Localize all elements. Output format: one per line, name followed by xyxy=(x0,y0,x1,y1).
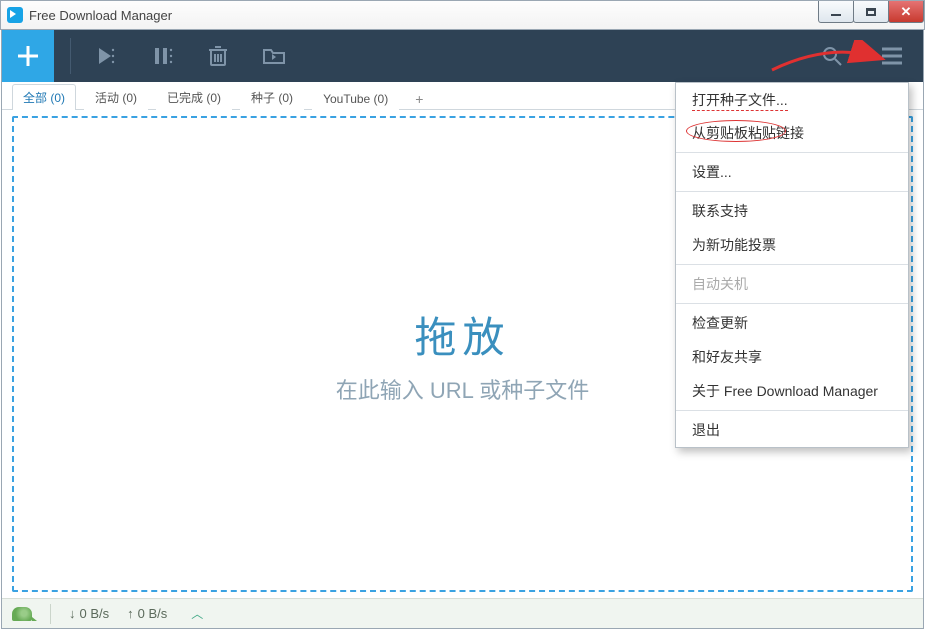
filter-tab-torrent[interactable]: 种子 (0) xyxy=(240,84,304,110)
menu-separator xyxy=(676,410,908,411)
open-folder-button[interactable] xyxy=(251,33,297,79)
play-icon xyxy=(95,45,117,67)
statusbar: 0 B/s 0 B/s ︿ xyxy=(2,598,923,628)
add-download-button[interactable] xyxy=(2,30,54,82)
hamburger-icon xyxy=(880,46,904,66)
start-button[interactable] xyxy=(83,33,129,79)
window-buttons: ✕ xyxy=(819,1,924,23)
status-divider xyxy=(50,604,51,624)
menu-contact-support[interactable]: 联系支持 xyxy=(676,194,908,228)
menu-share-friends[interactable]: 和好友共享 xyxy=(676,340,908,374)
pause-icon xyxy=(151,45,173,67)
menu-exit[interactable]: 退出 xyxy=(676,413,908,447)
menu-auto-shutdown[interactable]: 自动关机 xyxy=(676,267,908,301)
delete-button[interactable] xyxy=(195,33,241,79)
window-title: Free Download Manager xyxy=(29,8,172,23)
menu-vote-feature[interactable]: 为新功能投票 xyxy=(676,228,908,262)
snail-mode-icon[interactable] xyxy=(12,607,32,621)
plus-icon xyxy=(15,43,41,69)
filter-tab-youtube[interactable]: YouTube (0) xyxy=(312,87,399,110)
menu-about[interactable]: 关于 Free Download Manager xyxy=(676,374,908,408)
toolbar-divider xyxy=(70,38,71,74)
menu-separator xyxy=(676,264,908,265)
minimize-button[interactable] xyxy=(818,1,854,23)
dropzone-subtitle: 在此输入 URL 或种子文件 xyxy=(336,373,589,405)
toolbar xyxy=(2,30,923,82)
close-button[interactable]: ✕ xyxy=(888,1,924,23)
add-filter-button[interactable]: + xyxy=(407,89,431,109)
menu-open-torrent-label: 打开种子文件... xyxy=(692,90,788,111)
search-button[interactable] xyxy=(809,33,855,79)
upload-speed: 0 B/s xyxy=(127,606,167,621)
download-speed: 0 B/s xyxy=(69,606,109,621)
menu-settings[interactable]: 设置... xyxy=(676,155,908,189)
app-icon xyxy=(7,7,23,23)
pause-button[interactable] xyxy=(139,33,185,79)
filter-tab-active[interactable]: 活动 (0) xyxy=(84,84,148,110)
menu-open-torrent[interactable]: 打开种子文件... xyxy=(676,83,908,118)
menu-check-update[interactable]: 检查更新 xyxy=(676,306,908,340)
hamburger-menu-button[interactable] xyxy=(869,33,915,79)
trash-icon xyxy=(208,45,228,67)
filter-tab-completed[interactable]: 已完成 (0) xyxy=(156,84,232,110)
filter-tab-all[interactable]: 全部 (0) xyxy=(12,84,76,110)
titlebar: Free Download Manager ✕ xyxy=(0,0,925,30)
expand-status-toggle[interactable]: ︿ xyxy=(191,605,203,622)
menu-separator xyxy=(676,191,908,192)
menu-separator xyxy=(676,303,908,304)
menu-paste-from-clipboard[interactable]: 从剪贴板粘贴链接 xyxy=(676,118,908,150)
folder-icon xyxy=(262,46,286,66)
menu-separator xyxy=(676,152,908,153)
maximize-button[interactable] xyxy=(853,1,889,23)
menu-paste-label: 从剪贴板粘贴链接 xyxy=(692,125,804,141)
search-icon xyxy=(821,45,843,67)
main-menu: 打开种子文件... 从剪贴板粘贴链接 设置... 联系支持 为新功能投票 自动关… xyxy=(675,82,909,448)
dropzone-title: 拖放 xyxy=(414,304,510,365)
